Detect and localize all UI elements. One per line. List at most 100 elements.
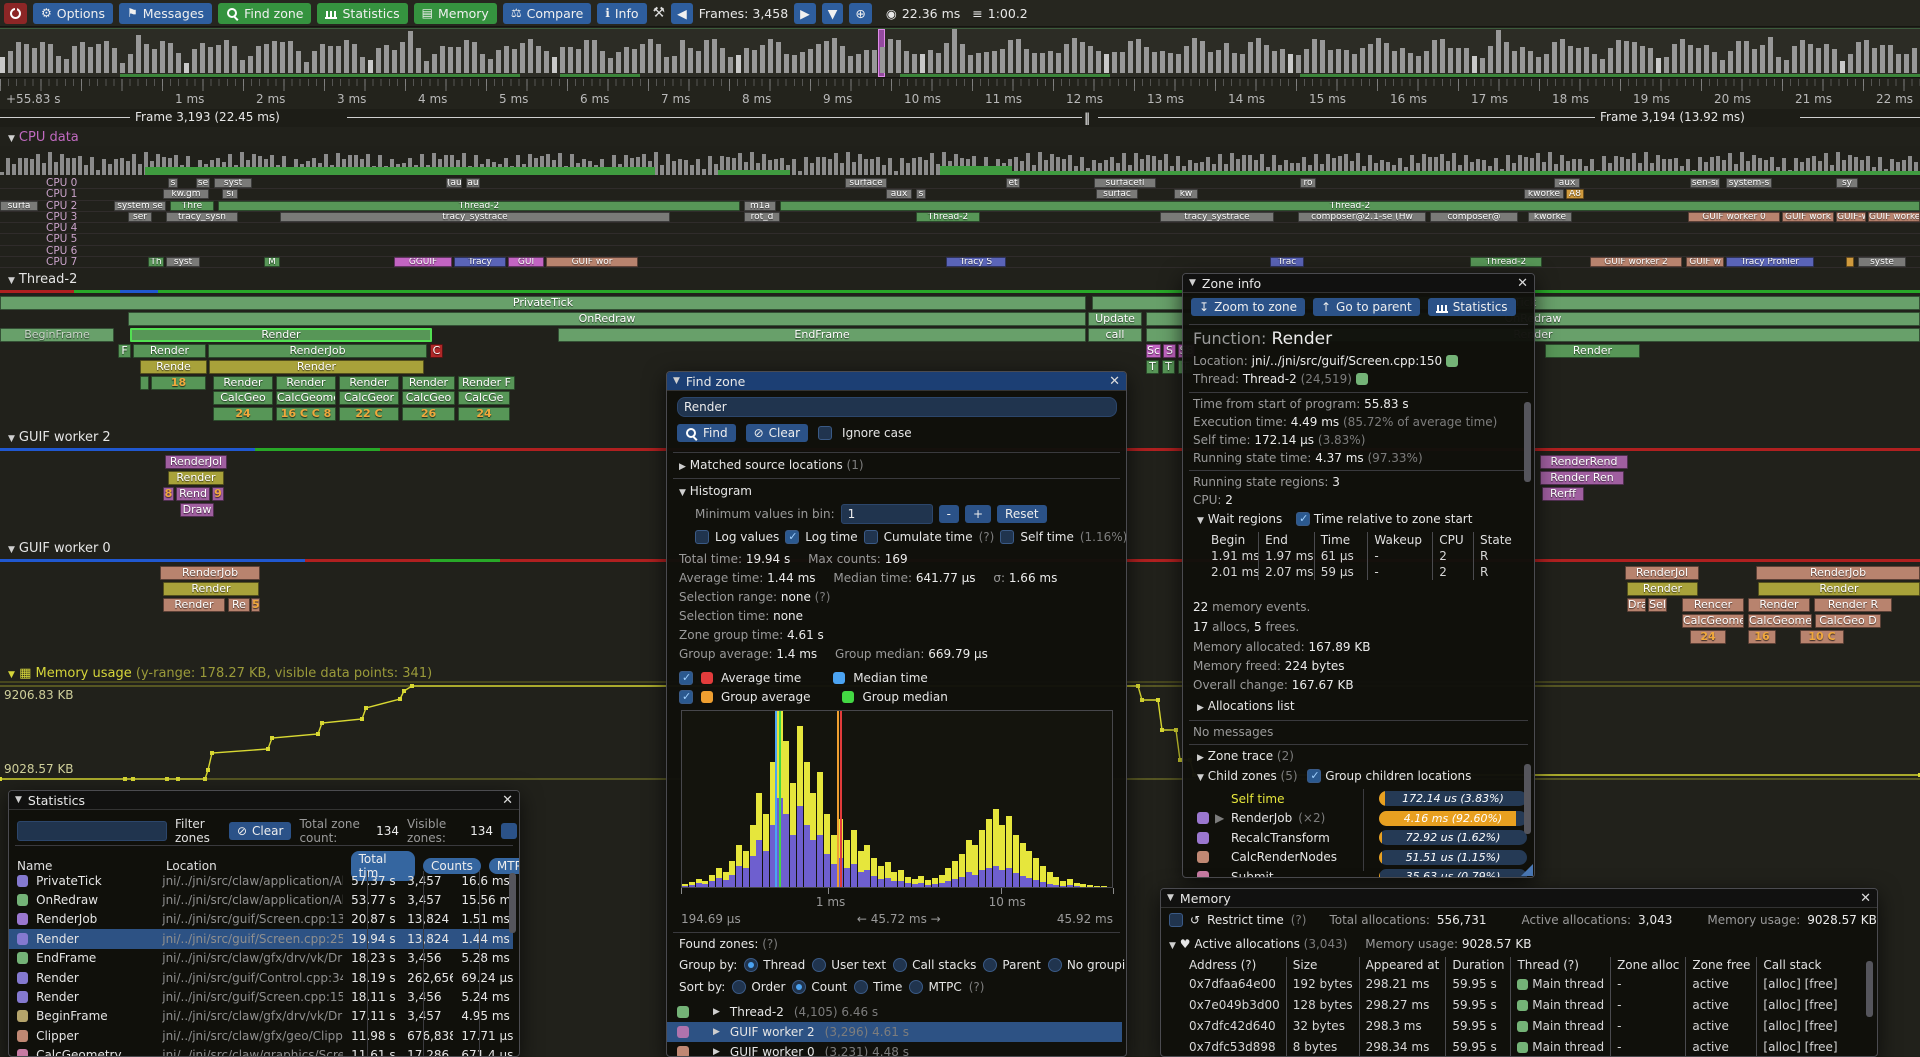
cpu-zone[interactable]: Thre bbox=[170, 201, 214, 211]
timeline-zone[interactable]: Sel bbox=[1648, 598, 1667, 612]
cpu-zone[interactable]: A8 bbox=[1566, 189, 1584, 199]
frame-overview-strip[interactable] bbox=[0, 28, 1920, 78]
found-zone-group-row[interactable]: ▶ Thread-2(4,105) 6.46 s bbox=[667, 1002, 1122, 1022]
timeline-zone[interactable]: Render bbox=[276, 376, 336, 390]
cpu-zone[interactable]: aux bbox=[1554, 178, 1580, 188]
cpu-zone[interactable]: tracy_systrace bbox=[280, 212, 670, 222]
zone-statistics-button[interactable]: Statistics bbox=[1428, 298, 1516, 316]
timeline-zone[interactable]: 22 C bbox=[339, 407, 399, 421]
group-by-option[interactable]: No groupi bbox=[1048, 958, 1125, 972]
timeline-zone[interactable]: Render bbox=[163, 582, 259, 596]
cpu-zone[interactable]: Thread-2 bbox=[218, 201, 740, 211]
frames-row[interactable]: Frame 3,193 (22.45 ms) ‖ Frame 3,194 (13… bbox=[0, 109, 1920, 127]
cpu-zone[interactable]: s bbox=[168, 178, 178, 188]
sort-by-option[interactable]: Order bbox=[732, 980, 785, 994]
clear-button[interactable]: ⊘Clear bbox=[746, 424, 808, 442]
cpu-zone[interactable]: surfac bbox=[1096, 189, 1138, 199]
cpu-zone[interactable]: m1a bbox=[744, 201, 776, 211]
timeline-zone[interactable]: 24 bbox=[213, 407, 273, 421]
cpu-zone[interactable]: se bbox=[196, 178, 210, 188]
ignore-case-checkbox[interactable] bbox=[818, 426, 832, 440]
timeline-zone[interactable]: Render bbox=[402, 376, 455, 390]
timeline-zone[interactable]: 18 bbox=[151, 376, 206, 390]
cpu-zone[interactable]: kworke bbox=[1528, 212, 1572, 222]
cpu-zone[interactable]: Trac bbox=[1270, 257, 1304, 267]
timeline-zone[interactable]: Render bbox=[1545, 344, 1640, 358]
cpu-zone[interactable]: tracy_systrace bbox=[1160, 212, 1274, 222]
timeline-zone[interactable]: F bbox=[118, 344, 131, 358]
cpu-zone[interactable]: ro bbox=[1300, 178, 1316, 188]
timeline-zone[interactable]: RenderJob bbox=[160, 566, 260, 580]
cpu-zone[interactable]: Tracy S bbox=[946, 257, 1006, 267]
zone-info-scrollbar[interactable] bbox=[1524, 402, 1531, 482]
cpu-zone[interactable]: si bbox=[222, 189, 238, 199]
tools-icon[interactable]: ⚒ bbox=[653, 5, 666, 21]
zone-info-scrollbar[interactable] bbox=[1524, 764, 1531, 834]
resize-grip[interactable] bbox=[1521, 864, 1533, 876]
cpu-zone[interactable]: sy bbox=[1836, 178, 1858, 188]
timeline-ruler[interactable]: +55.83 s 1 ms2 ms3 ms4 ms5 ms6 ms7 ms8 m… bbox=[0, 79, 1920, 109]
cpu-zone[interactable]: Thread-2 bbox=[780, 201, 1920, 211]
cpu-zone[interactable]: GGUIF bbox=[394, 257, 452, 267]
min-bin-input[interactable] bbox=[841, 504, 933, 524]
memory-scrollbar[interactable] bbox=[1866, 961, 1873, 1017]
histogram-legend-row[interactable]: Average time Median time bbox=[679, 668, 1119, 687]
cpu-zone[interactable]: au bbox=[466, 178, 480, 188]
found-zone-group-row[interactable]: ▶ GUIF worker 0(3,231) 4.48 s bbox=[667, 1042, 1122, 1057]
cpu-zone[interactable]: GUIF worker 2 bbox=[1868, 212, 1920, 222]
cpu-zone[interactable]: surfa bbox=[0, 201, 38, 211]
close-icon[interactable]: ✕ bbox=[1109, 374, 1120, 389]
timeline-zone[interactable]: 9 bbox=[212, 487, 224, 501]
found-zone-group-row[interactable]: ▶ GUIF worker 2(3,296) 4.61 s bbox=[667, 1022, 1122, 1042]
allocations-list-header[interactable]: ▶ Allocations list bbox=[1197, 699, 1295, 713]
group-by-option[interactable]: Parent bbox=[983, 958, 1040, 972]
cpu-zone[interactable]: rot_d bbox=[744, 212, 780, 222]
allocation-row[interactable]: 0x7dfc42d64032 bytes298.3 ms 59.95 s Mai… bbox=[1183, 1015, 1844, 1036]
increase-bin-button[interactable]: + bbox=[965, 505, 991, 523]
histogram-section-header[interactable]: ▼ Histogram bbox=[679, 484, 752, 498]
timeline-zone[interactable]: Render R bbox=[1814, 598, 1892, 612]
wait-table-header[interactable]: BeginEnd TimeWakeup CPUState bbox=[1205, 532, 1521, 548]
guif-worker0-header[interactable]: ▼GUIF worker 0 bbox=[8, 541, 111, 556]
cpu-zone[interactable]: syste bbox=[1858, 257, 1906, 267]
cpu-zone[interactable]: GUIF w bbox=[1686, 257, 1724, 267]
statistics-row[interactable]: Render jni/../jni/src/guif/Control.cpp:3… bbox=[9, 968, 513, 987]
timeline-zone[interactable]: Render Ren bbox=[1540, 471, 1624, 485]
find-zone-search-input[interactable] bbox=[677, 397, 1117, 417]
filter-zones-input[interactable] bbox=[17, 821, 167, 841]
timeline-zone[interactable]: Render bbox=[213, 376, 273, 390]
cpu-zone[interactable]: aux bbox=[886, 189, 912, 199]
timeline-zone[interactable]: OnRedraw bbox=[128, 312, 1086, 326]
timeline-zone[interactable]: CalcGeo bbox=[213, 391, 273, 405]
statistics-row[interactable]: Clipper jni/../jni/src/claw/gfx/geo/Clip… bbox=[9, 1026, 513, 1045]
timeline-zone[interactable]: 26 bbox=[402, 407, 455, 421]
child-zone-row[interactable]: RecalcTransform 72.92 us (1.62%) bbox=[1197, 828, 1527, 848]
memory-button[interactable]: ▤Memory bbox=[414, 3, 497, 24]
time-relative-checkbox[interactable] bbox=[1296, 512, 1310, 526]
location-swatch[interactable] bbox=[1446, 355, 1458, 367]
timeline-zone[interactable]: Render bbox=[133, 344, 206, 358]
timeline-zone[interactable]: CalcGeome bbox=[276, 391, 336, 405]
thread-swatch[interactable] bbox=[1356, 373, 1368, 385]
timeline-zone[interactable]: Sc bbox=[1146, 344, 1161, 358]
cpu-zone[interactable]: GUIF worker 0 bbox=[1688, 212, 1780, 222]
statistics-row[interactable]: EndFrame jni/../jni/src/claw/gfx/drv/vk/… bbox=[9, 949, 513, 968]
cpu-zone[interactable]: M bbox=[264, 257, 280, 267]
close-icon[interactable]: ✕ bbox=[1860, 891, 1871, 906]
zone-info-titlebar[interactable]: ▼Zone info ✕ bbox=[1183, 274, 1534, 293]
timeline-zone[interactable]: Render bbox=[209, 360, 424, 374]
cpu-zone[interactable]: Thread-2 bbox=[916, 212, 980, 222]
cpu-zone[interactable]: syst bbox=[166, 257, 200, 267]
go-to-parent-button[interactable]: ↑Go to parent bbox=[1313, 298, 1420, 316]
statistics-row[interactable]: CalcGeometry jni/../jni/src/claw/graphic… bbox=[9, 1046, 513, 1057]
timeline-zone[interactable]: 10 C bbox=[1800, 630, 1844, 644]
decrease-bin-button[interactable]: - bbox=[939, 505, 959, 523]
cpu-zone[interactable]: kworke bbox=[1524, 189, 1564, 199]
child-zone-row[interactable]: ▶ RenderJob (×2) 4.16 ms (92.60%) bbox=[1197, 809, 1527, 829]
allocations-table-header[interactable]: Address (?)Size Appeared atDuration Thre… bbox=[1183, 957, 1844, 973]
cpu-zone[interactable]: composer@ bbox=[1430, 212, 1518, 222]
thread2-header[interactable]: ▼Thread-2 bbox=[8, 272, 77, 287]
find-zone-histogram[interactable] bbox=[681, 710, 1113, 888]
timeline-zone[interactable]: Render F bbox=[458, 376, 515, 390]
cpu-zone[interactable]: ser bbox=[128, 212, 152, 222]
